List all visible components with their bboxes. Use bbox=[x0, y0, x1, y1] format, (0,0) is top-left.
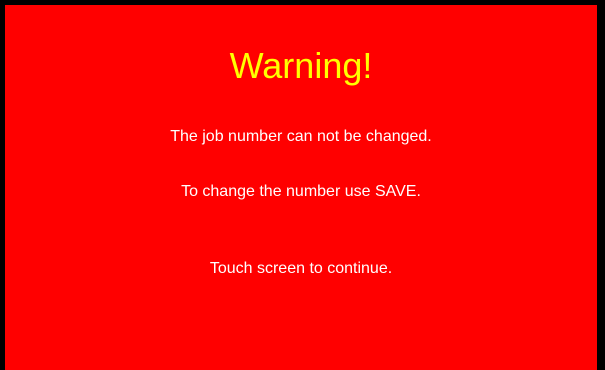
warning-title: Warning! bbox=[229, 45, 373, 86]
warning-screen[interactable]: Warning! The job number can not be chang… bbox=[5, 5, 597, 370]
continue-instruction: Touch screen to continue. bbox=[209, 260, 393, 277]
save-instruction-message: To change the number use SAVE. bbox=[181, 183, 421, 200]
job-number-message: The job number can not be changed. bbox=[170, 128, 432, 145]
